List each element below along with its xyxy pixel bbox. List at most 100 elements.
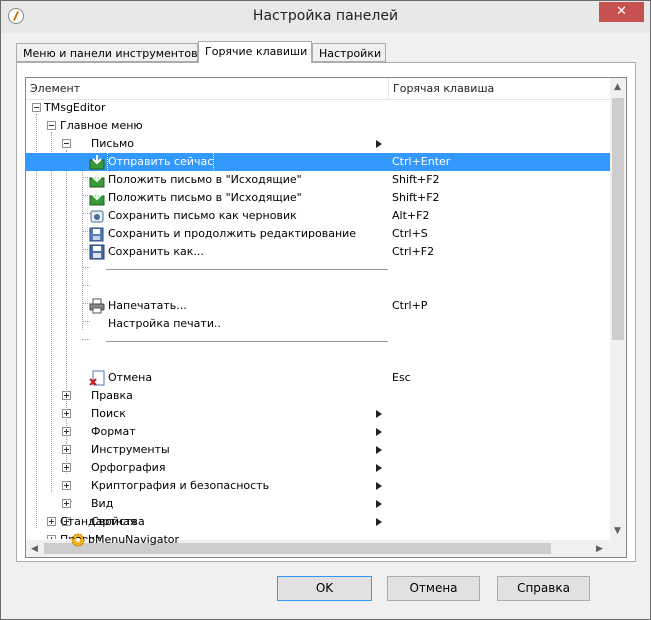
hotkey-tree-grid[interactable]: Элемент Горячая клавиша TMsgEditor Главн… [25, 77, 627, 558]
tree-row-save-draft[interactable]: Сохранить письмо как черновик Alt+F2 [26, 207, 610, 225]
row-label: Напечатать... [108, 299, 187, 312]
cancel-doc-icon [89, 370, 105, 386]
menu-separator [106, 269, 388, 270]
row-hotkey: Ctrl+P [392, 299, 428, 312]
column-header-hotkey[interactable]: Горячая клавиша [389, 78, 494, 99]
tree-row-search[interactable]: Поиск [26, 405, 610, 423]
tree-row-save-continue[interactable]: Сохранить и продолжить редактирование Ct… [26, 225, 610, 243]
row-label: Положить письмо в "Исходящие" [108, 191, 302, 204]
expand-icon[interactable] [47, 535, 56, 539]
title-bar[interactable]: Настройка панелей ✕ [1, 1, 650, 33]
row-label: Положить письмо в "Исходящие" [108, 173, 302, 186]
tree-row-tools[interactable]: Инструменты [26, 441, 610, 459]
tree-row-outbox-2[interactable]: Положить письмо в "Исходящие" Shift+F2 [26, 189, 610, 207]
tree-row-edit[interactable]: Правка [26, 387, 610, 405]
tree-row-empty[interactable] [26, 279, 610, 297]
row-label: Отправить сейчас [107, 152, 215, 172]
tree-row-empty[interactable] [26, 351, 610, 369]
tree-row-send-now[interactable]: Отправить сейчас Ctrl+Enter [26, 152, 610, 172]
row-label: Криптография и безопасность [91, 479, 270, 492]
row-hotkey: Ctrl+Enter [392, 155, 451, 168]
row-label: Сохранить как... [108, 245, 204, 258]
expand-icon[interactable] [47, 517, 56, 526]
row-label: Главное меню [60, 119, 143, 132]
row-label: Вид [91, 497, 114, 510]
tree-row-spelling[interactable]: Орфография [26, 459, 610, 477]
row-label: Сохранить письмо как черновик [108, 209, 297, 222]
tree-row-format[interactable]: Формат [26, 423, 610, 441]
row-label: Правка [60, 531, 102, 539]
tree-row-tmsgeditor[interactable]: TMsgEditor [26, 99, 610, 117]
row-hotkey: Ctrl+F2 [392, 245, 435, 258]
expand-icon[interactable] [62, 463, 71, 472]
row-label: Поиск [91, 407, 126, 420]
expand-icon[interactable] [62, 445, 71, 454]
submenu-arrow-icon [376, 410, 382, 418]
expand-icon[interactable] [62, 499, 71, 508]
cancel-button[interactable]: Отмена [387, 576, 480, 601]
tree-row-view[interactable]: Вид [26, 495, 610, 513]
row-label: Сохранить и продолжить редактирование [108, 227, 357, 240]
window-title: Настройка панелей [252, 8, 399, 24]
row-label: Инструменты [91, 443, 170, 456]
draft-icon [89, 208, 105, 224]
grid-header: Элемент Горячая клавиша [26, 78, 610, 100]
row-hotkey: Ctrl+S [392, 227, 428, 240]
tree-row-letter[interactable]: Письмо [26, 135, 610, 153]
tab-panel: Элемент Горячая клавиша TMsgEditor Главн… [16, 62, 636, 562]
scroll-up-icon[interactable]: ▲ [614, 82, 621, 92]
row-hotkey: Esc [392, 371, 411, 384]
submenu-arrow-icon [376, 446, 382, 454]
tree-row-edit-toolbar[interactable]: Правка [26, 531, 609, 539]
collapse-icon[interactable] [32, 103, 41, 112]
row-label: Стандартная [60, 515, 137, 528]
save-continue-icon [89, 226, 105, 242]
tree-row-standard[interactable]: Стандартная [26, 513, 609, 531]
tree-row-print[interactable]: Напечатать... Ctrl+P [26, 297, 610, 315]
row-label: Формат [91, 425, 136, 438]
tab-hotkeys[interactable]: Горячие клавиши [198, 41, 312, 63]
help-button[interactable]: Справка [497, 576, 590, 601]
dialog-window: Настройка панелей ✕ Меню и панели инстру… [0, 0, 651, 620]
row-hotkey: Alt+F2 [392, 209, 430, 222]
tree-row-outbox-1[interactable]: Положить письмо в "Исходящие" Shift+F2 [26, 171, 610, 189]
floppy-icon [89, 244, 105, 260]
column-header-element[interactable]: Элемент [26, 78, 80, 99]
tree-row-print-setup[interactable]: Настройка печати.. [26, 315, 610, 333]
collapse-icon[interactable] [62, 139, 71, 148]
ok-button[interactable]: OK [277, 576, 372, 601]
tree-row-cancel[interactable]: Отмена Esc [26, 369, 610, 387]
expand-icon[interactable] [62, 427, 71, 436]
tree-row-crypto[interactable]: Криптография и безопасность [26, 477, 610, 495]
collapse-icon[interactable] [47, 121, 56, 130]
row-label: Письмо [91, 137, 134, 150]
tree-row-separator[interactable] [26, 333, 610, 351]
menu-separator [106, 341, 388, 342]
submenu-arrow-icon [376, 140, 382, 148]
submenu-arrow-icon [376, 482, 382, 490]
submenu-arrow-icon [376, 428, 382, 436]
close-icon: ✕ [616, 4, 627, 19]
send-icon [89, 154, 105, 170]
close-button[interactable]: ✕ [599, 2, 644, 22]
submenu-arrow-icon [376, 464, 382, 472]
tree-row-save-as[interactable]: Сохранить как... Ctrl+F2 [26, 243, 610, 261]
expand-icon[interactable] [62, 409, 71, 418]
scrollbar-corner [610, 540, 626, 557]
printer-icon [89, 298, 105, 314]
row-label: Правка [91, 389, 133, 402]
row-label: Отмена [108, 371, 153, 384]
vertical-scrollbar[interactable]: ▲ ▼ [610, 78, 626, 540]
tab-menus-toolbars[interactable]: Меню и панели инструментов [16, 43, 198, 62]
vertical-scroll-thumb[interactable] [612, 98, 624, 340]
outbox-icon [89, 172, 105, 188]
tree-row-main-menu[interactable]: Главное меню [26, 117, 610, 135]
scroll-down-icon[interactable]: ▼ [614, 526, 621, 536]
tab-settings[interactable]: Настройки [312, 43, 386, 62]
row-hotkey: Shift+F2 [392, 191, 440, 204]
expand-icon[interactable] [62, 481, 71, 490]
outbox-icon [89, 190, 105, 206]
tree-row-separator[interactable] [26, 261, 610, 279]
expand-icon[interactable] [62, 391, 71, 400]
row-label: TMsgEditor [44, 101, 106, 114]
